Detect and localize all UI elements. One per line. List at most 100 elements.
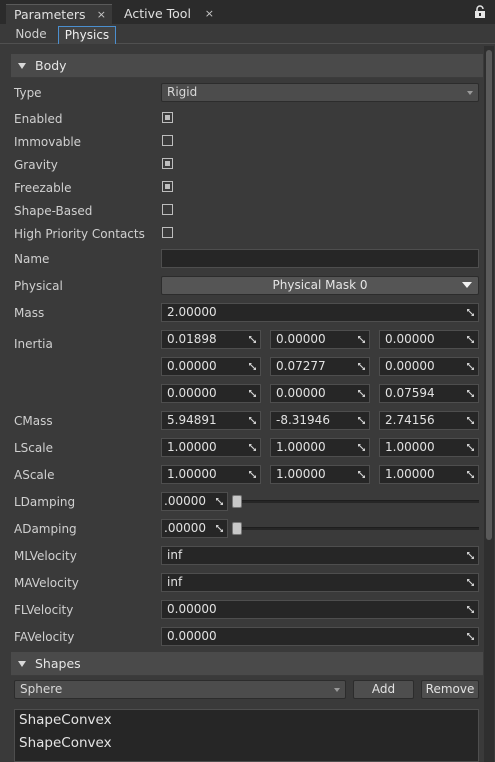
resize-grip-icon <box>357 443 366 452</box>
lscale-x-input[interactable]: 1.00000 <box>161 438 261 457</box>
ascale-z-input[interactable]: 1.00000 <box>379 465 479 484</box>
chevron-down-icon <box>334 688 340 692</box>
resize-grip-icon <box>466 470 475 479</box>
inertia-field[interactable]: 0.00000 <box>270 330 370 349</box>
resize-grip-icon <box>215 524 224 533</box>
close-icon[interactable]: × <box>205 4 214 24</box>
adamping-slider-track[interactable] <box>233 527 479 530</box>
favelocity-input[interactable]: 0.00000 <box>161 627 479 646</box>
adamping-input[interactable]: .00000 <box>161 519 228 538</box>
inertia-field[interactable]: 0.00000 <box>161 384 261 403</box>
add-shape-button[interactable]: Add <box>353 680 414 699</box>
ascale-x-value: 1.00000 <box>167 467 217 481</box>
remove-shape-button[interactable]: Remove <box>421 680 479 699</box>
physical-mask-value: Physical Mask 0 <box>272 278 368 292</box>
ldamping-slider-track[interactable] <box>233 500 479 503</box>
adamping-slider-handle[interactable] <box>232 522 242 535</box>
name-input[interactable] <box>161 249 479 268</box>
tab-parameters[interactable]: Parameters × <box>6 4 112 24</box>
collapse-triangle-icon <box>18 661 26 667</box>
inertia-label: Inertia <box>14 337 53 351</box>
ascale-x-input[interactable]: 1.00000 <box>161 465 261 484</box>
immovable-checkbox[interactable] <box>162 135 173 146</box>
vertical-scrollbar[interactable] <box>484 46 494 762</box>
ascale-y-input[interactable]: 1.00000 <box>270 465 370 484</box>
ldamping-slider-handle[interactable] <box>232 495 242 508</box>
tab-physics[interactable]: Physics <box>58 26 116 44</box>
shape-type-dropdown[interactable]: Sphere <box>14 680 346 699</box>
ldamping-label: LDamping <box>14 495 76 509</box>
flvelocity-label: FLVelocity <box>14 603 74 617</box>
mass-input[interactable]: 2.00000 <box>161 303 479 322</box>
panel-sub-tabs: Node Physics <box>0 24 495 44</box>
cmass-y-value: -8.31946 <box>276 413 330 427</box>
unlock-icon[interactable] <box>473 5 487 19</box>
cmass-z-input[interactable]: 2.74156 <box>379 411 479 430</box>
lscale-y-input[interactable]: 1.00000 <box>270 438 370 457</box>
resize-grip-icon <box>357 335 366 344</box>
cmass-x-value: 5.94891 <box>167 413 217 427</box>
inertia-field[interactable]: 0.01898 <box>161 330 261 349</box>
resize-grip-icon <box>466 335 475 344</box>
type-dropdown-value: Rigid <box>167 85 198 99</box>
inertia-value: 0.00000 <box>276 332 326 346</box>
tab-active-tool[interactable]: Active Tool × <box>116 4 220 24</box>
inertia-field[interactable]: 0.00000 <box>270 384 370 403</box>
gravity-checkbox[interactable] <box>162 158 173 169</box>
resize-grip-icon <box>466 632 475 641</box>
freezable-checkbox[interactable] <box>162 181 173 192</box>
mavelocity-value: inf <box>167 575 183 589</box>
high-priority-contacts-checkbox[interactable] <box>162 227 173 238</box>
shapes-list[interactable]: ShapeConvex ShapeConvex <box>14 709 479 762</box>
lscale-y-value: 1.00000 <box>276 440 326 454</box>
list-item[interactable]: ShapeConvex <box>19 712 112 728</box>
resize-grip-icon <box>248 389 257 398</box>
dropdown-arrow-icon <box>462 282 472 288</box>
tab-node[interactable]: Node <box>7 26 55 44</box>
favelocity-label: FAVelocity <box>14 630 75 644</box>
list-item[interactable]: ShapeConvex <box>19 735 112 751</box>
high-priority-contacts-label: High Priority Contacts <box>14 227 145 241</box>
gravity-label: Gravity <box>14 158 58 172</box>
shape-type-value: Sphere <box>20 682 63 696</box>
ascale-label: AScale <box>14 468 55 482</box>
shape-based-label: Shape-Based <box>14 204 93 218</box>
resize-grip-icon <box>357 362 366 371</box>
ldamping-input[interactable]: .00000 <box>161 492 228 511</box>
ascale-y-value: 1.00000 <box>276 467 326 481</box>
type-dropdown[interactable]: Rigid <box>161 83 479 102</box>
collapse-triangle-icon <box>18 63 26 69</box>
resize-grip-icon <box>248 335 257 344</box>
inertia-field[interactable]: 0.00000 <box>379 330 479 349</box>
lscale-z-input[interactable]: 1.00000 <box>379 438 479 457</box>
inertia-field[interactable]: 0.07594 <box>379 384 479 403</box>
cmass-x-input[interactable]: 5.94891 <box>161 411 261 430</box>
favelocity-value: 0.00000 <box>167 629 217 643</box>
resize-grip-icon <box>466 578 475 587</box>
mavelocity-input[interactable]: inf <box>161 573 479 592</box>
mavelocity-label: MAVelocity <box>14 576 79 590</box>
adamping-value: .00000 <box>164 521 206 535</box>
ldamping-value: .00000 <box>164 494 206 508</box>
inertia-field[interactable]: 0.00000 <box>161 357 261 376</box>
resize-grip-icon <box>466 308 475 317</box>
close-icon[interactable]: × <box>97 5 106 25</box>
scrollbar-thumb[interactable] <box>486 50 492 540</box>
inertia-field[interactable]: 0.00000 <box>379 357 479 376</box>
mlvelocity-input[interactable]: inf <box>161 546 479 565</box>
cmass-y-input[interactable]: -8.31946 <box>270 411 370 430</box>
enabled-checkbox[interactable] <box>162 112 173 123</box>
body-section-header[interactable]: Body <box>11 54 483 78</box>
shapes-section-title: Shapes <box>35 656 81 671</box>
physical-mask-dropdown[interactable]: Physical Mask 0 <box>161 276 479 295</box>
resize-grip-icon <box>466 362 475 371</box>
physical-label: Physical <box>14 279 63 293</box>
shapes-section-header[interactable]: Shapes <box>11 652 483 676</box>
chevron-down-icon <box>467 91 473 95</box>
flvelocity-input[interactable]: 0.00000 <box>161 600 479 619</box>
mass-label: Mass <box>14 306 45 320</box>
inertia-value: 0.00000 <box>385 332 435 346</box>
inertia-field[interactable]: 0.07277 <box>270 357 370 376</box>
inertia-value: 0.00000 <box>276 386 326 400</box>
shape-based-checkbox[interactable] <box>162 204 173 215</box>
